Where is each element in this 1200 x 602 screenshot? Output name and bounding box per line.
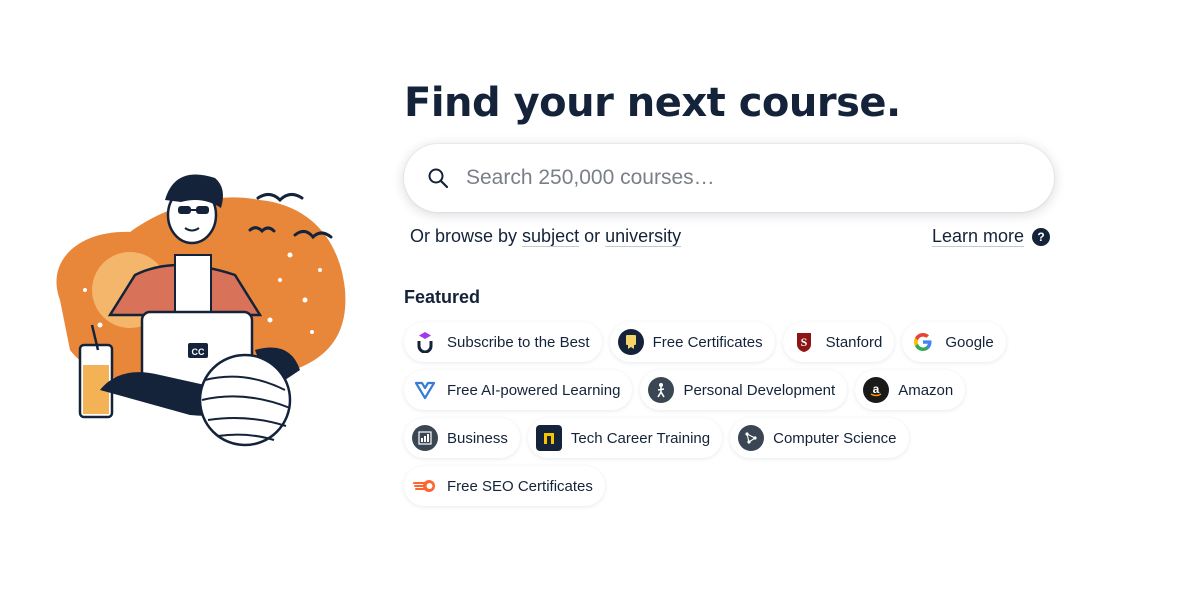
svg-text:a: a [873, 382, 880, 396]
chip-label: Personal Development [683, 381, 836, 399]
browse-text: Or browse by subject or university [410, 226, 681, 247]
chip-label: Google [945, 333, 994, 351]
featured-chip-subscribe-to-the-best[interactable]: Subscribe to the Best [404, 322, 602, 362]
search-bar[interactable] [404, 144, 1054, 212]
amazon-logo-icon: a [863, 377, 890, 403]
certificate-icon [617, 329, 644, 355]
featured-chip-personal-development[interactable]: Personal Development [640, 370, 848, 410]
semrush-logo-icon [412, 473, 438, 499]
browse-row: Or browse by subject or university Learn… [404, 226, 1050, 247]
google-logo-icon [910, 329, 936, 355]
stanford-logo-icon: S [791, 329, 817, 355]
udemy-logo-icon [412, 329, 438, 355]
featured-chip-free-certificates[interactable]: Free Certificates [609, 322, 775, 362]
featured-chip-amazon[interactable]: a Amazon [855, 370, 966, 410]
chip-label: Stanford [825, 333, 883, 351]
page-title: Find your next course. [404, 80, 901, 126]
help-icon: ? [1032, 227, 1050, 246]
tech-training-logo-icon [535, 425, 562, 451]
chip-label: Computer Science [773, 429, 897, 447]
chip-label: Business [447, 429, 508, 447]
featured-chip-stanford[interactable]: S Stanford [782, 322, 895, 362]
featured-chips: Subscribe to the Best Free Certificates … [404, 322, 1024, 506]
hiker-icon [648, 377, 675, 403]
featured-chip-tech-career-training[interactable]: Tech Career Training [527, 418, 723, 458]
browse-or: or [579, 226, 606, 246]
browse-prefix: Or browse by [410, 226, 523, 246]
featured-chip-free-seo-certificates[interactable]: Free SEO Certificates [404, 466, 605, 506]
chip-label: Tech Career Training [570, 429, 711, 447]
ai-learning-logo-icon [412, 377, 438, 403]
svg-text:S: S [800, 335, 807, 349]
featured-chip-computer-science[interactable]: Computer Science [730, 418, 909, 458]
chip-label: Amazon [898, 381, 954, 399]
featured-chip-google[interactable]: Google [902, 322, 1006, 362]
search-icon [428, 168, 449, 189]
featured-chip-business[interactable]: Business [404, 418, 520, 458]
chip-label: Free SEO Certificates [447, 477, 593, 495]
laptop-sticker-text: CC [192, 347, 205, 357]
network-icon [738, 425, 765, 451]
featured-heading: Featured [404, 287, 481, 307]
featured-chip-free-ai-powered-learning[interactable]: Free AI-powered Learning [404, 370, 633, 410]
chip-label: Subscribe to the Best [447, 333, 590, 351]
chip-label: Free Certificates [652, 333, 763, 351]
learn-more-label: Learn more [931, 226, 1024, 246]
hero-content: Find your next course. Or browse by subj… [404, 78, 1064, 506]
chip-label: Free AI-powered Learning [447, 381, 621, 399]
hero-illustration: CC [40, 160, 360, 460]
business-chart-icon [412, 425, 438, 451]
search-input[interactable] [466, 166, 1026, 190]
learn-more-link[interactable]: Learn more ? [932, 226, 1050, 247]
browse-by-subject-link[interactable]: subject [522, 226, 579, 246]
browse-by-university-link[interactable]: university [605, 226, 681, 246]
